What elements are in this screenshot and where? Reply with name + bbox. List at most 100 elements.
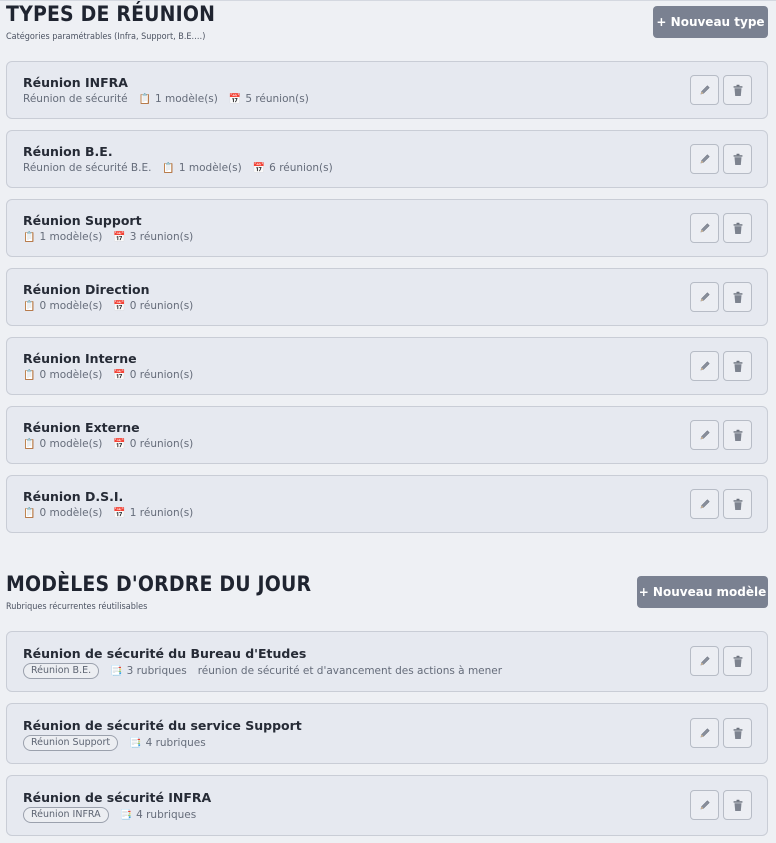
meeting-type-name: Réunion D.S.I. (23, 489, 124, 504)
pencil-icon (699, 360, 711, 372)
meeting-type-edit-button[interactable] (690, 489, 719, 519)
meetings-count: 📅 1 réunion(s) (113, 507, 193, 519)
meeting-type-meta: 📋 0 modèle(s) 📅 1 réunion(s) (23, 507, 204, 519)
meeting-type-name: Réunion Direction (23, 282, 150, 297)
meeting-type-description: Réunion de sécurité B.E. (23, 162, 152, 174)
rubrics-count: 📑 4 rubriques (120, 809, 197, 821)
rubrics-count-text: 4 rubriques (145, 737, 206, 749)
trash-icon (732, 222, 744, 235)
meetings-count: 📅 6 réunion(s) (253, 162, 333, 174)
agenda-model-delete-button[interactable] (723, 718, 752, 748)
meeting-type-meta: 📋 0 modèle(s) 📅 0 réunion(s) (23, 369, 204, 381)
agenda-models-title: Modèles d'ordre du jour (6, 572, 312, 596)
meetings-count-text: 0 réunion(s) (129, 300, 194, 312)
meeting-type-meta: 📋 0 modèle(s) 📅 0 réunion(s) (23, 300, 204, 312)
meeting-type-delete-button[interactable] (723, 75, 752, 105)
models-count: 📋 0 modèle(s) (23, 438, 102, 450)
agenda-model-name: Réunion de sécurité du service Support (23, 718, 302, 733)
calendar-icon: 📅 (113, 438, 126, 450)
pencil-icon (699, 291, 711, 303)
calendar-icon: 📅 (113, 231, 126, 243)
new-type-button[interactable]: + Nouveau type (653, 6, 768, 38)
agenda-model-edit-button[interactable] (690, 718, 719, 748)
agenda-model-card: Réunion de sécurité INFRA Réunion INFRA 📑 4… (6, 775, 768, 836)
meetings-count: 📅 0 réunion(s) (113, 438, 193, 450)
agenda-model-description: réunion de sécurité et d'avancement des … (197, 665, 503, 677)
models-count: 📋 0 modèle(s) (23, 507, 102, 519)
meeting-type-badge: Réunion B.E. (23, 663, 100, 679)
meeting-type-name: Réunion Interne (23, 351, 137, 366)
meeting-type-edit-button[interactable] (690, 351, 719, 381)
meetings-count-text: 6 réunion(s) (269, 162, 333, 174)
meeting-type-card: Réunion B.E. Réunion de sécurité B.E. 📋 1 m… (6, 130, 768, 188)
document-icon: 📑 (119, 809, 133, 821)
meeting-type-badge: Réunion INFRA (23, 807, 109, 823)
clipboard-icon: 📋 (162, 162, 175, 174)
meetings-count: 📅 0 réunion(s) (113, 369, 193, 381)
trash-icon (732, 360, 744, 373)
clipboard-icon: 📋 (23, 231, 36, 243)
agenda-model-edit-button[interactable] (690, 646, 719, 676)
pencil-icon (699, 222, 711, 234)
meeting-type-edit-button[interactable] (690, 144, 719, 174)
meeting-type-delete-button[interactable] (723, 489, 752, 519)
meeting-type-description: Réunion de sécurité (23, 93, 128, 105)
rubrics-count-text: 3 rubriques (126, 665, 187, 677)
models-count: 📋 0 modèle(s) (23, 369, 102, 381)
models-count: 📋 0 modèle(s) (23, 300, 102, 312)
meetings-count-text: 0 réunion(s) (129, 369, 194, 381)
meeting-type-edit-button[interactable] (690, 213, 719, 243)
trash-icon (732, 498, 744, 511)
meeting-type-edit-button[interactable] (690, 282, 719, 312)
meeting-type-delete-button[interactable] (723, 282, 752, 312)
agenda-model-name: Réunion de sécurité du Bureau d'Etudes (23, 646, 307, 661)
models-count-text: 0 modèle(s) (39, 369, 103, 381)
meeting-type-delete-button[interactable] (723, 213, 752, 243)
new-model-button[interactable]: + Nouveau modèle (637, 576, 768, 608)
trash-icon (732, 727, 744, 740)
pencil-icon (699, 727, 711, 739)
models-count-text: 1 modèle(s) (178, 162, 242, 174)
calendar-icon: 📅 (252, 162, 266, 174)
agenda-model-card: Réunion de sécurité du service Support Ré… (6, 703, 768, 764)
calendar-icon: 📅 (113, 507, 126, 519)
meeting-type-card: Réunion Externe 📋 0 modèle(s) 📅 0 réunion(s) (6, 406, 768, 464)
meeting-type-name: Réunion B.E. (23, 144, 113, 159)
models-count-text: 1 modèle(s) (155, 93, 218, 105)
clipboard-icon: 📋 (23, 507, 36, 519)
trash-icon (732, 291, 744, 304)
trash-icon (732, 84, 744, 97)
pencil-icon (699, 153, 711, 165)
meetings-count-text: 1 réunion(s) (129, 507, 194, 519)
meeting-type-edit-button[interactable] (690, 420, 719, 450)
clipboard-icon: 📋 (23, 438, 36, 450)
meeting-type-delete-button[interactable] (723, 420, 752, 450)
meeting-type-card: Réunion INFRA Réunion de sécurité 📋 1 modèl… (6, 61, 768, 119)
meeting-type-delete-button[interactable] (723, 144, 752, 174)
models-count-text: 1 modèle(s) (39, 231, 103, 243)
meeting-type-delete-button[interactable] (723, 351, 752, 381)
calendar-icon: 📅 (113, 300, 126, 312)
clipboard-icon: 📋 (23, 300, 36, 312)
meeting-type-name: Réunion Support (23, 213, 142, 228)
meeting-type-meta: 📋 1 modèle(s) 📅 3 réunion(s) (23, 231, 204, 243)
agenda-model-delete-button[interactable] (723, 646, 752, 676)
meetings-count: 📅 5 réunion(s) (229, 93, 309, 105)
agenda-model-meta: Réunion B.E. 📑 3 rubriques réunion de sécur… (23, 663, 513, 679)
meetings-count-text: 0 réunion(s) (129, 438, 194, 450)
agenda-model-delete-button[interactable] (723, 790, 752, 820)
pencil-icon (699, 429, 711, 441)
trash-icon (732, 799, 744, 812)
rubrics-count: 📑 3 rubriques (110, 665, 187, 677)
meeting-type-meta: Réunion de sécurité 📋 1 modèle(s) 📅 5 réunio… (23, 93, 320, 105)
meeting-type-card: Réunion Support 📋 1 modèle(s) 📅 3 réunion(s) (6, 199, 768, 257)
agenda-model-edit-button[interactable] (690, 790, 719, 820)
models-count-text: 0 modèle(s) (39, 507, 103, 519)
document-icon: 📑 (129, 737, 142, 749)
meeting-type-edit-button[interactable] (690, 75, 719, 105)
agenda-models-subtitle: Rubriques récurrentes réutilisables (6, 602, 148, 612)
meeting-types-title: Types de réunion (6, 2, 216, 26)
calendar-icon: 📅 (228, 93, 242, 105)
trash-icon (732, 655, 744, 668)
meeting-types-subtitle: Catégories paramétrables (Infra, Support… (6, 32, 206, 42)
